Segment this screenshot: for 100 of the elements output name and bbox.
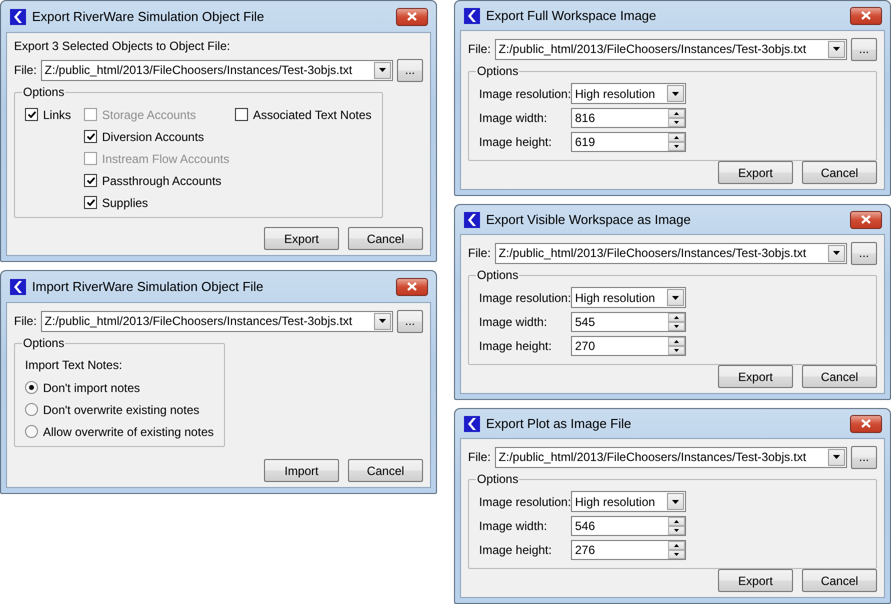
spin-up-button[interactable] xyxy=(668,109,685,118)
file-path-combo[interactable]: Z:/public_html/2013/FileChoosers/Instances/Test-3objs.txt xyxy=(40,310,393,332)
spin-down-button[interactable] xyxy=(668,346,685,355)
group-title: Options xyxy=(476,64,520,78)
field-label: Image width: xyxy=(479,315,548,329)
browse-button[interactable]: ... xyxy=(851,38,877,60)
app-icon xyxy=(464,416,480,432)
spin-field[interactable]: 276 xyxy=(571,540,686,560)
close-icon xyxy=(861,11,871,20)
spin-up-button[interactable] xyxy=(668,133,685,142)
radio-button[interactable] xyxy=(25,425,38,438)
close-button[interactable] xyxy=(396,8,428,26)
checkbox-label: Instream Flow Accounts xyxy=(102,152,230,166)
file-path-combo[interactable]: Z:/public_html/2013/FileChoosers/Instances/Test-3objs.txt xyxy=(494,242,847,264)
dropdown-arrow-icon xyxy=(379,319,386,323)
dialog-button[interactable]: Cancel xyxy=(802,569,877,592)
radio-label: Don't import notes xyxy=(43,380,140,394)
check-icon xyxy=(86,199,94,206)
up-arrow-icon xyxy=(674,520,679,523)
app-icon xyxy=(464,212,480,228)
dialog-button[interactable]: Export xyxy=(718,569,793,592)
close-icon xyxy=(407,282,417,291)
dropdown-arrow-icon xyxy=(833,251,840,255)
spin-up-button[interactable] xyxy=(668,313,685,322)
checkbox-label: Diversion Accounts xyxy=(102,130,204,144)
window-title: Export RiverWare Simulation Object File xyxy=(32,9,266,24)
spin-down-button[interactable] xyxy=(668,118,685,127)
close-button[interactable] xyxy=(396,278,428,296)
file-path-combo[interactable]: Z:/public_html/2013/FileChoosers/Instances/Test-3objs.txt xyxy=(494,446,847,468)
checkbox-label: Links xyxy=(43,108,72,122)
dropdown-arrow-icon xyxy=(672,92,679,96)
dialog-button[interactable]: Cancel xyxy=(348,227,423,250)
app-icon xyxy=(464,8,480,24)
resolution-dropdown[interactable]: High resolution xyxy=(571,83,686,104)
up-arrow-icon xyxy=(674,340,679,343)
spin-field[interactable]: 270 xyxy=(571,336,686,356)
spin-up-button[interactable] xyxy=(668,541,685,550)
dialog-button[interactable]: Export xyxy=(718,161,793,184)
browse-button[interactable]: ... xyxy=(851,242,877,264)
down-arrow-icon xyxy=(674,325,679,328)
down-arrow-icon xyxy=(674,121,679,124)
down-arrow-icon xyxy=(674,349,679,352)
down-arrow-icon xyxy=(674,145,679,148)
spin-field[interactable]: 545 xyxy=(571,312,686,332)
dialog-button[interactable]: Export xyxy=(718,365,793,388)
group-title: Options xyxy=(476,268,520,282)
file-path-combo[interactable]: Z:/public_html/2013/FileChoosers/Instances/Test-3objs.txt xyxy=(494,38,847,60)
field-label: Image resolution: xyxy=(479,290,571,304)
checkbox-label: Associated Text Notes xyxy=(253,108,372,122)
checkbox[interactable] xyxy=(84,174,97,187)
spin-field[interactable]: 546 xyxy=(571,516,686,536)
dialog-button[interactable]: Cancel xyxy=(348,459,423,482)
field-label: Image resolution: xyxy=(479,494,571,508)
field-label: Image height: xyxy=(479,135,553,149)
spin-field[interactable]: 619 xyxy=(571,132,686,152)
radio-label: Allow overwrite of existing notes xyxy=(43,424,214,438)
down-arrow-icon xyxy=(674,553,679,556)
dropdown-arrow-icon xyxy=(833,47,840,51)
spin-down-button[interactable] xyxy=(668,142,685,151)
check-icon xyxy=(86,177,94,184)
dialog-button[interactable]: Import xyxy=(264,459,339,482)
dialog-button[interactable]: Cancel xyxy=(802,365,877,388)
field-label: Image height: xyxy=(479,339,553,353)
checkbox[interactable] xyxy=(25,108,38,121)
radio-button[interactable] xyxy=(25,381,38,394)
checkbox[interactable] xyxy=(84,196,97,209)
spin-down-button[interactable] xyxy=(668,526,685,535)
spin-up-button[interactable] xyxy=(668,337,685,346)
checkbox-label: Storage Accounts xyxy=(102,108,196,122)
file-label: File: xyxy=(14,63,37,77)
close-button[interactable] xyxy=(850,210,882,228)
spin-up-button[interactable] xyxy=(668,517,685,526)
radio-button[interactable] xyxy=(25,403,38,416)
close-icon xyxy=(861,419,871,428)
browse-button[interactable]: ... xyxy=(397,310,423,332)
close-button[interactable] xyxy=(850,414,882,432)
group-title: Options xyxy=(22,336,66,350)
app-icon xyxy=(10,8,26,24)
dropdown-arrow-icon xyxy=(672,500,679,504)
resolution-dropdown[interactable]: High resolution xyxy=(571,491,686,512)
dialog-button[interactable]: Export xyxy=(264,227,339,250)
spin-field[interactable]: 816 xyxy=(571,108,686,128)
file-label: File: xyxy=(468,42,491,56)
resolution-dropdown[interactable]: High resolution xyxy=(571,287,686,308)
field-label: Image height: xyxy=(479,543,553,557)
dialog-button[interactable]: Cancel xyxy=(802,161,877,184)
browse-button[interactable]: ... xyxy=(397,58,423,82)
checkbox[interactable] xyxy=(84,130,97,143)
file-path-combo[interactable]: Z:/public_html/2013/FileChoosers/Instances/Test-3objs.txt xyxy=(40,60,393,80)
spin-down-button[interactable] xyxy=(668,322,685,331)
file-label: File: xyxy=(14,314,37,328)
window-title: Export Full Workspace Image xyxy=(486,8,658,23)
up-arrow-icon xyxy=(674,136,679,139)
up-arrow-icon xyxy=(674,544,679,547)
checkbox[interactable] xyxy=(235,108,248,121)
up-arrow-icon xyxy=(674,112,679,115)
spin-down-button[interactable] xyxy=(668,550,685,559)
browse-button[interactable]: ... xyxy=(851,446,877,468)
close-button[interactable] xyxy=(850,6,882,24)
close-icon xyxy=(861,215,871,224)
